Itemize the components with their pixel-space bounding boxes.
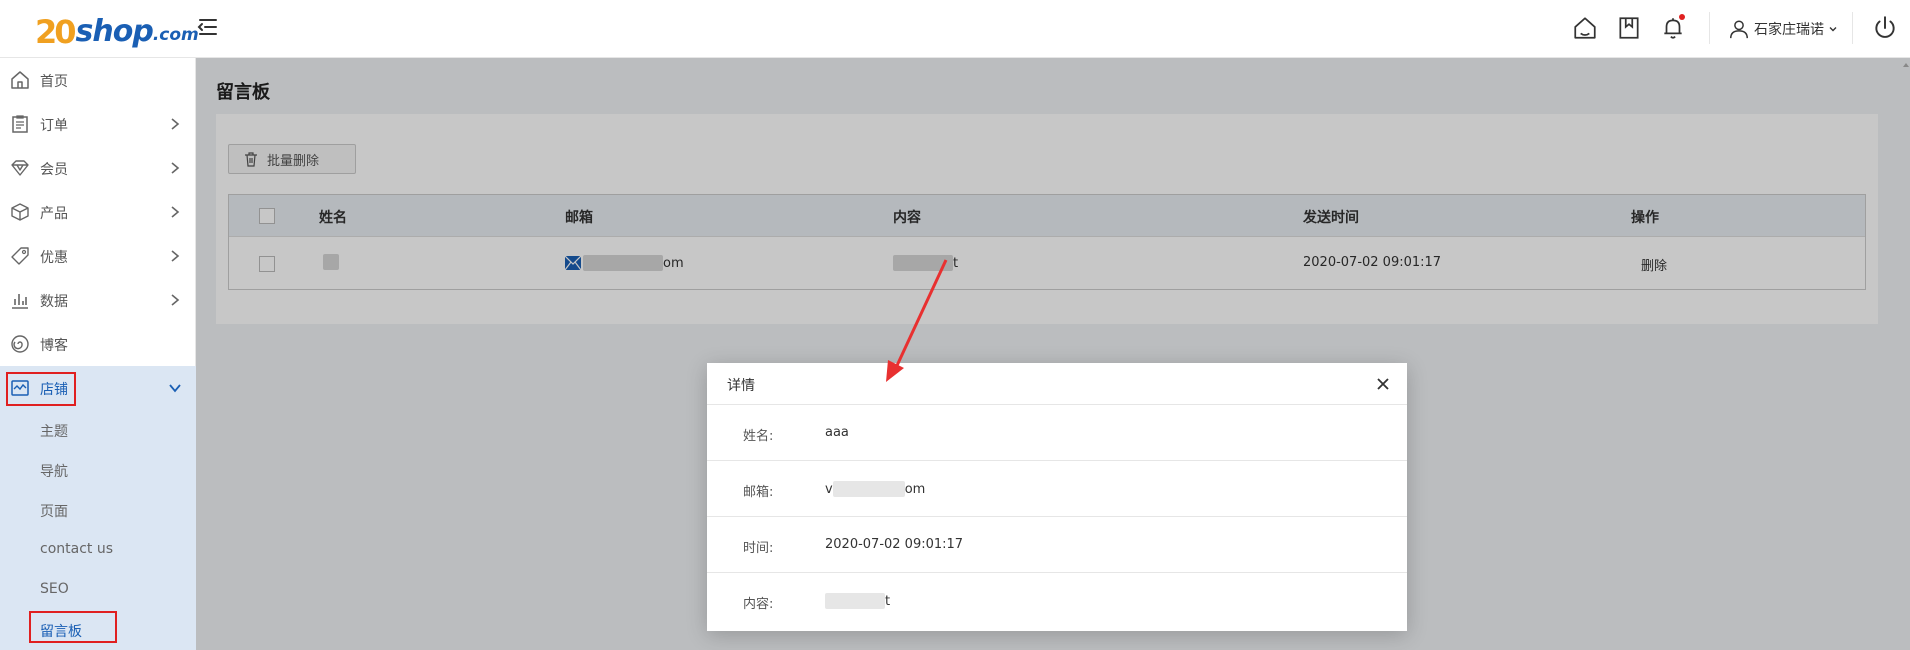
sidebar-item-label: 优惠 [40,250,68,266]
sidebar-item-data[interactable]: 数据 [0,278,196,322]
dialog-field-name: 姓名: aaa [707,405,1407,461]
chevron-right-icon [171,118,180,130]
home-icon[interactable] [1572,15,1598,41]
sidebar-item-label: 店铺 [40,382,68,398]
sidebar-subitem-navigation[interactable]: 导航 [40,461,68,483]
sidebar-subitem-pages[interactable]: 页面 [40,501,68,523]
header-divider [1709,12,1710,44]
user-menu[interactable]: 石家庄瑞诺 [1728,16,1838,42]
sidebar-subitem-theme[interactable]: 主题 [40,421,68,443]
sidebar-item-label: 订单 [40,118,68,134]
field-label: 时间: [743,541,774,556]
dialog-title: 详情 [727,378,755,394]
spiral-icon [11,335,29,353]
notification-dot [1679,14,1685,20]
sidebar-subitem-message-board[interactable]: 留言板 [40,621,82,643]
home-icon [11,71,29,89]
chevron-down-icon [169,384,181,393]
menu-collapse-icon[interactable] [196,15,220,39]
store-icon [11,380,29,396]
chevron-right-icon [171,162,180,174]
chevron-right-icon [171,250,180,262]
sidebar-item-label: 博客 [40,338,68,354]
clipboard-icon [12,115,28,133]
close-icon[interactable] [1375,376,1391,392]
dialog-field-content: 内容: t [707,573,1407,629]
field-value: aaa [825,425,849,440]
email-suffix: om [904,481,926,497]
sidebar-item-promotions[interactable]: 优惠 [0,234,196,278]
sidebar-item-orders[interactable]: 订单 [0,102,196,146]
box-icon [11,203,29,221]
redacted-email [832,481,905,497]
field-value: v om [825,481,925,497]
power-icon[interactable] [1872,15,1898,41]
user-name: 石家庄瑞诺 [1754,22,1824,38]
field-value: t [825,593,890,609]
field-value: 2020-07-02 09:01:17 [825,537,964,552]
detail-dialog: 详情 姓名: aaa 邮箱: v om 时间: 2020-07-02 09:01… [707,363,1407,631]
top-header: 20 shop .com 石家庄瑞诺 [0,0,1910,58]
content-suffix: t [885,593,891,609]
sidebar-item-blog[interactable]: 博客 [0,322,196,366]
chevron-right-icon [171,206,180,218]
logo-word: shop [75,14,154,49]
chevron-down-icon [1829,27,1837,32]
sidebar-item-home[interactable]: 首页 [0,58,196,102]
sidebar-item-members[interactable]: 会员 [0,146,196,190]
brand-logo[interactable]: 20 shop .com [35,6,199,52]
sidebar-item-label: 首页 [40,74,68,90]
chevron-right-icon [171,294,180,306]
dialog-header: 详情 [707,363,1407,405]
sidebar-subitem-contact-us[interactable]: contact us [40,541,113,563]
scroll-up-arrow-icon[interactable] [1902,60,1910,70]
sidebar-item-store[interactable]: 店铺 [0,366,196,410]
email-prefix: v [825,481,833,497]
sidebar-item-label: 数据 [40,294,68,310]
dialog-field-email: 邮箱: v om [707,461,1407,517]
sidebar: 首页 订单 会员 产品 优惠 数据 博客 店铺 主题 导航 页面 contact… [0,58,196,650]
user-icon [1730,20,1748,39]
tag-icon [11,247,29,265]
notification-button[interactable] [1660,14,1686,41]
sidebar-item-label: 会员 [40,162,68,178]
field-label: 姓名: [743,429,774,444]
sidebar-subitem-seo[interactable]: SEO [40,581,69,603]
sidebar-item-label: 产品 [40,206,68,222]
dialog-field-time: 时间: 2020-07-02 09:01:17 [707,517,1407,573]
diamond-icon [11,160,29,176]
bookmark-icon[interactable] [1616,15,1642,41]
logo-number: 20 [35,13,76,51]
field-label: 邮箱: [743,485,774,500]
sidebar-item-products[interactable]: 产品 [0,190,196,234]
bar-chart-icon [12,294,28,309]
logo-tld: .com [152,25,199,45]
header-divider [1852,12,1853,44]
field-label: 内容: [743,597,774,612]
redacted-content [825,593,885,609]
